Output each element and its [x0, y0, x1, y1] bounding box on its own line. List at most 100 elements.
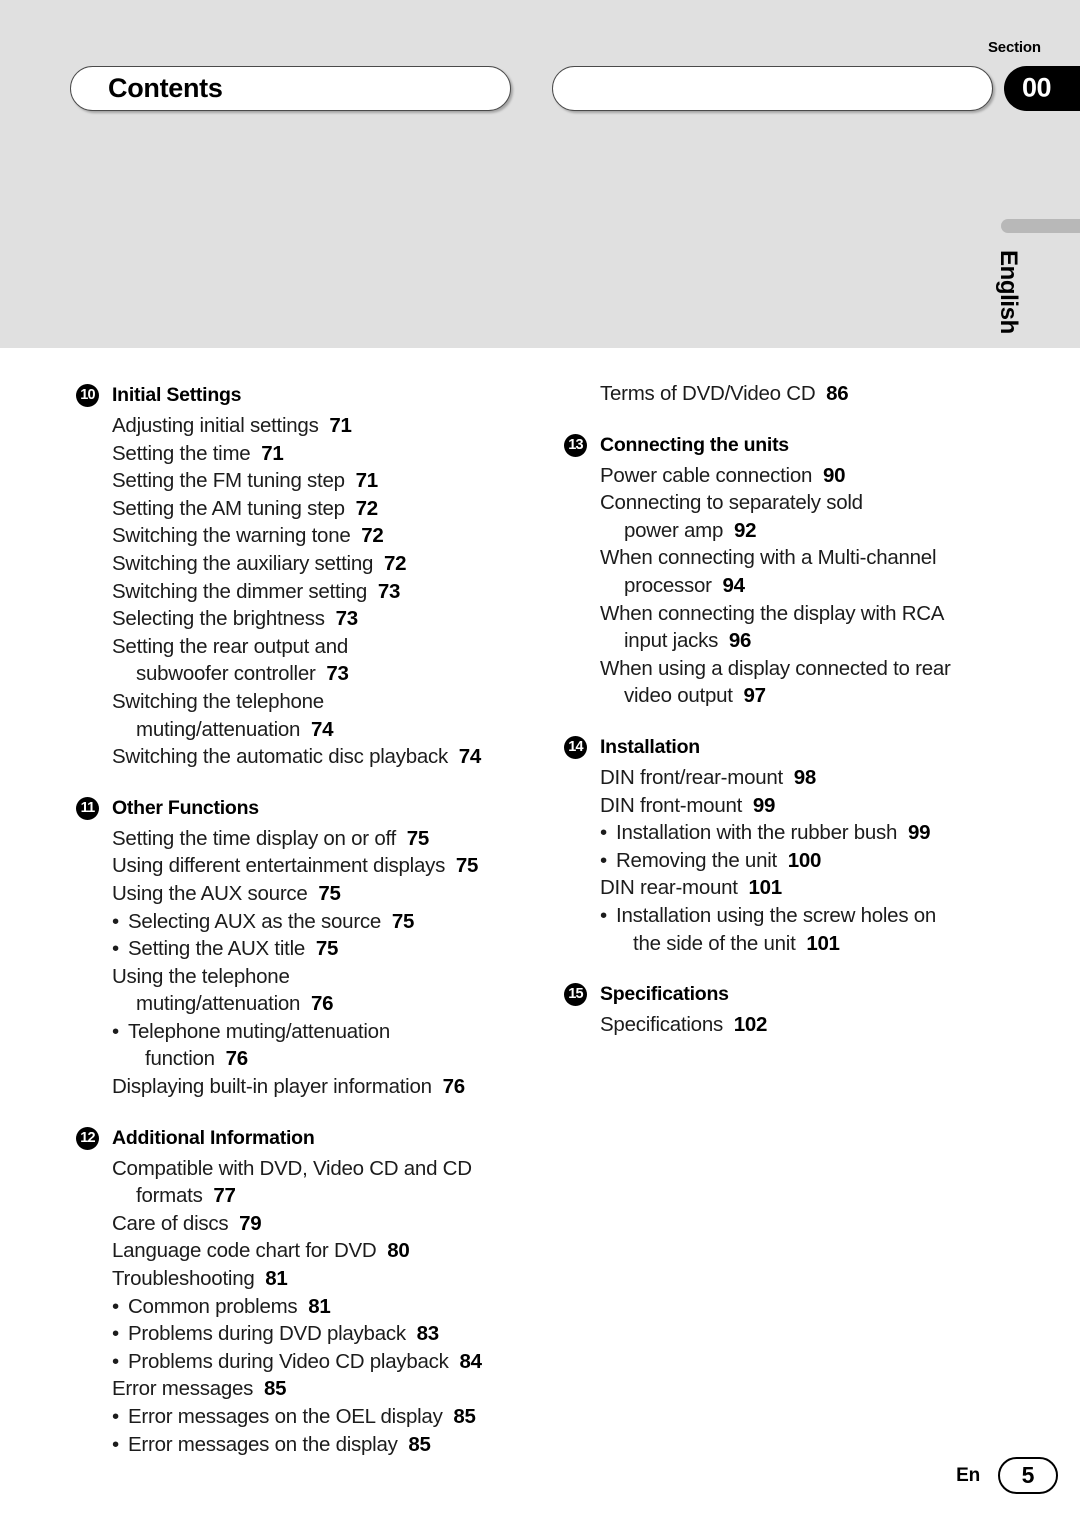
toc-entry-label: Using the telephone [112, 964, 290, 988]
toc-entry-label: Problems during DVD playback [128, 1322, 406, 1346]
toc-entry-page: 73 [315, 662, 349, 686]
toc-entry-page: 96 [718, 629, 752, 653]
toc-section-heading[interactable]: 14 Installation [564, 732, 1024, 762]
toc-entry[interactable]: Specifications 102 [564, 1011, 1024, 1039]
toc-entry[interactable]: Terms of DVD/Video CD 86 [564, 380, 1024, 408]
toc-entry[interactable]: Common problems 81 [76, 1293, 536, 1321]
toc-entry[interactable]: Switching the dimmer setting 73 [76, 578, 536, 606]
toc-entry[interactable]: muting/attenuation 76 [76, 990, 536, 1018]
toc-entry[interactable]: Setting the FM tuning step 71 [76, 467, 536, 495]
toc-entry-page: 75 [305, 937, 339, 961]
toc-entry-page: 83 [405, 1322, 440, 1346]
toc-entry[interactable]: function 76 [76, 1045, 536, 1073]
toc-entry[interactable]: Installation using the screw holes on [564, 902, 1024, 930]
toc-entry[interactable]: Switching the automatic disc playback 74 [76, 743, 536, 771]
toc-entry-label: Setting the time [112, 441, 251, 465]
toc-entry-page: 72 [344, 496, 379, 520]
toc-entry-page: 80 [376, 1239, 410, 1263]
toc-entry-page: 71 [250, 441, 284, 465]
toc-entry[interactable]: Setting the time 71 [76, 440, 536, 468]
toc-entry-label: Setting the rear output and [112, 634, 349, 658]
toc-entry[interactable]: Switching the warning tone 72 [76, 522, 536, 550]
toc-entry[interactable]: Switching the telephone [76, 688, 536, 716]
toc-entry[interactable]: the side of the unit 101 [564, 930, 1024, 958]
toc-entry[interactable]: Troubleshooting 81 [76, 1265, 536, 1293]
toc-entry-page: 81 [254, 1267, 288, 1291]
section-number-badge: 13 [564, 433, 587, 457]
toc-entry-page: 77 [202, 1184, 236, 1208]
toc-entry-label: Switching the auxiliary setting [112, 551, 374, 575]
toc-entry[interactable]: DIN front/rear-mount 98 [564, 764, 1024, 792]
toc-entry[interactable]: Error messages on the OEL display 85 [76, 1403, 536, 1431]
toc-entry[interactable]: Adjusting initial settings 71 [76, 412, 536, 440]
toc-entry[interactable]: video output 97 [564, 682, 1024, 710]
toc-entry[interactable]: Setting the AUX title 75 [76, 935, 536, 963]
toc-entry-label: Selecting AUX as the source [128, 909, 382, 933]
toc-entry-label: Telephone muting/attenuation [128, 1019, 390, 1043]
toc-entry[interactable]: input jacks 96 [564, 627, 1024, 655]
toc-entry[interactable]: Using the telephone [76, 963, 536, 991]
toc-entry[interactable]: Compatible with DVD, Video CD and CD [76, 1155, 536, 1183]
toc-entry[interactable]: DIN rear-mount 101 [564, 874, 1024, 902]
toc-entry[interactable]: Care of discs 79 [76, 1210, 536, 1238]
toc-entry-label: Connecting to separately sold [600, 491, 863, 515]
toc-entry-page: 92 [723, 518, 757, 542]
toc-entry[interactable]: formats 77 [76, 1182, 536, 1210]
toc-entry[interactable]: Setting the rear output and [76, 633, 536, 661]
toc-entry[interactable]: Using the AUX source 75 [76, 880, 536, 908]
toc-entry[interactable]: muting/attenuation 74 [76, 716, 536, 744]
toc-section-heading[interactable]: 15 Specifications [564, 979, 1024, 1009]
toc-section-heading[interactable]: 11 Other Functions [76, 793, 536, 823]
toc-entry-page: 75 [381, 909, 415, 933]
toc-entry-label: Error messages [112, 1377, 254, 1401]
toc-entry[interactable]: Displaying built-in player information 7… [76, 1073, 536, 1101]
toc-entry-label: Compatible with DVD, Video CD and CD [112, 1156, 472, 1180]
toc-entry[interactable]: Problems during Video CD playback 84 [76, 1348, 536, 1376]
toc-entry-label: Setting the time display on or off [112, 826, 396, 850]
toc-entry[interactable]: Problems during DVD playback 83 [76, 1320, 536, 1348]
toc-entry-label: muting/attenuation [136, 992, 301, 1016]
toc-entry-label: the side of the unit [633, 931, 796, 955]
footer-page-number: 5 [998, 1457, 1058, 1494]
toc-entry[interactable]: Setting the AM tuning step 72 [76, 495, 536, 523]
toc-entry-label: Setting the AM tuning step [112, 496, 345, 520]
section-number-badge: 15 [564, 983, 587, 1007]
toc-section-heading[interactable]: 13 Connecting the units [564, 430, 1024, 460]
toc-entry[interactable]: Removing the unit 100 [564, 847, 1024, 875]
toc-entry[interactable]: DIN front-mount 99 [564, 792, 1024, 820]
toc-entry[interactable]: Language code chart for DVD 80 [76, 1237, 536, 1265]
toc-entry[interactable]: When connecting with a Multi-channel [564, 544, 1024, 572]
toc-entry[interactable]: Telephone muting/attenuation [76, 1018, 536, 1046]
toc-entry-label: Switching the warning tone [112, 524, 351, 548]
toc-entry[interactable]: processor 94 [564, 572, 1024, 600]
toc-entry-page: 75 [307, 881, 341, 905]
toc-entry[interactable]: Selecting AUX as the source 75 [76, 908, 536, 936]
toc-entry[interactable]: Switching the auxiliary setting 72 [76, 550, 536, 578]
toc-entry-page: 101 [795, 931, 840, 955]
toc-entry[interactable]: Selecting the brightness 73 [76, 605, 536, 633]
toc-entry-label: Selecting the brightness [112, 607, 325, 631]
toc-entry-page: 71 [344, 469, 379, 493]
section-number-tab: 00 [1004, 66, 1080, 111]
toc-entry-page: 97 [732, 684, 766, 708]
toc-section-heading-label: Specifications [600, 983, 729, 1006]
toc-entry[interactable]: Connecting to separately sold [564, 489, 1024, 517]
toc-entry[interactable]: power amp 92 [564, 517, 1024, 545]
toc-section-heading[interactable]: 12 Additional Information [76, 1123, 536, 1153]
toc-entry[interactable]: When using a display connected to rear [564, 655, 1024, 683]
toc-entry-page: 76 [431, 1075, 466, 1099]
toc-entry[interactable]: When connecting the display with RCA [564, 600, 1024, 628]
toc-entry-page: 73 [324, 607, 359, 631]
toc-entry-page: 81 [297, 1294, 331, 1318]
toc-entry-page: 73 [367, 579, 401, 603]
toc-entry[interactable]: Setting the time display on or off 75 [76, 825, 536, 853]
toc-section-heading[interactable]: 10 Initial Settings [76, 380, 536, 410]
toc-entry-label: Removing the unit [616, 848, 777, 872]
toc-entry[interactable]: Power cable connection 90 [564, 462, 1024, 490]
toc-entry[interactable]: Using different entertainment displays 7… [76, 852, 536, 880]
toc-entry[interactable]: Error messages 85 [76, 1375, 536, 1403]
toc-entry[interactable]: Installation with the rubber bush 99 [564, 819, 1024, 847]
toc-entry[interactable]: subwoofer controller 73 [76, 660, 536, 688]
